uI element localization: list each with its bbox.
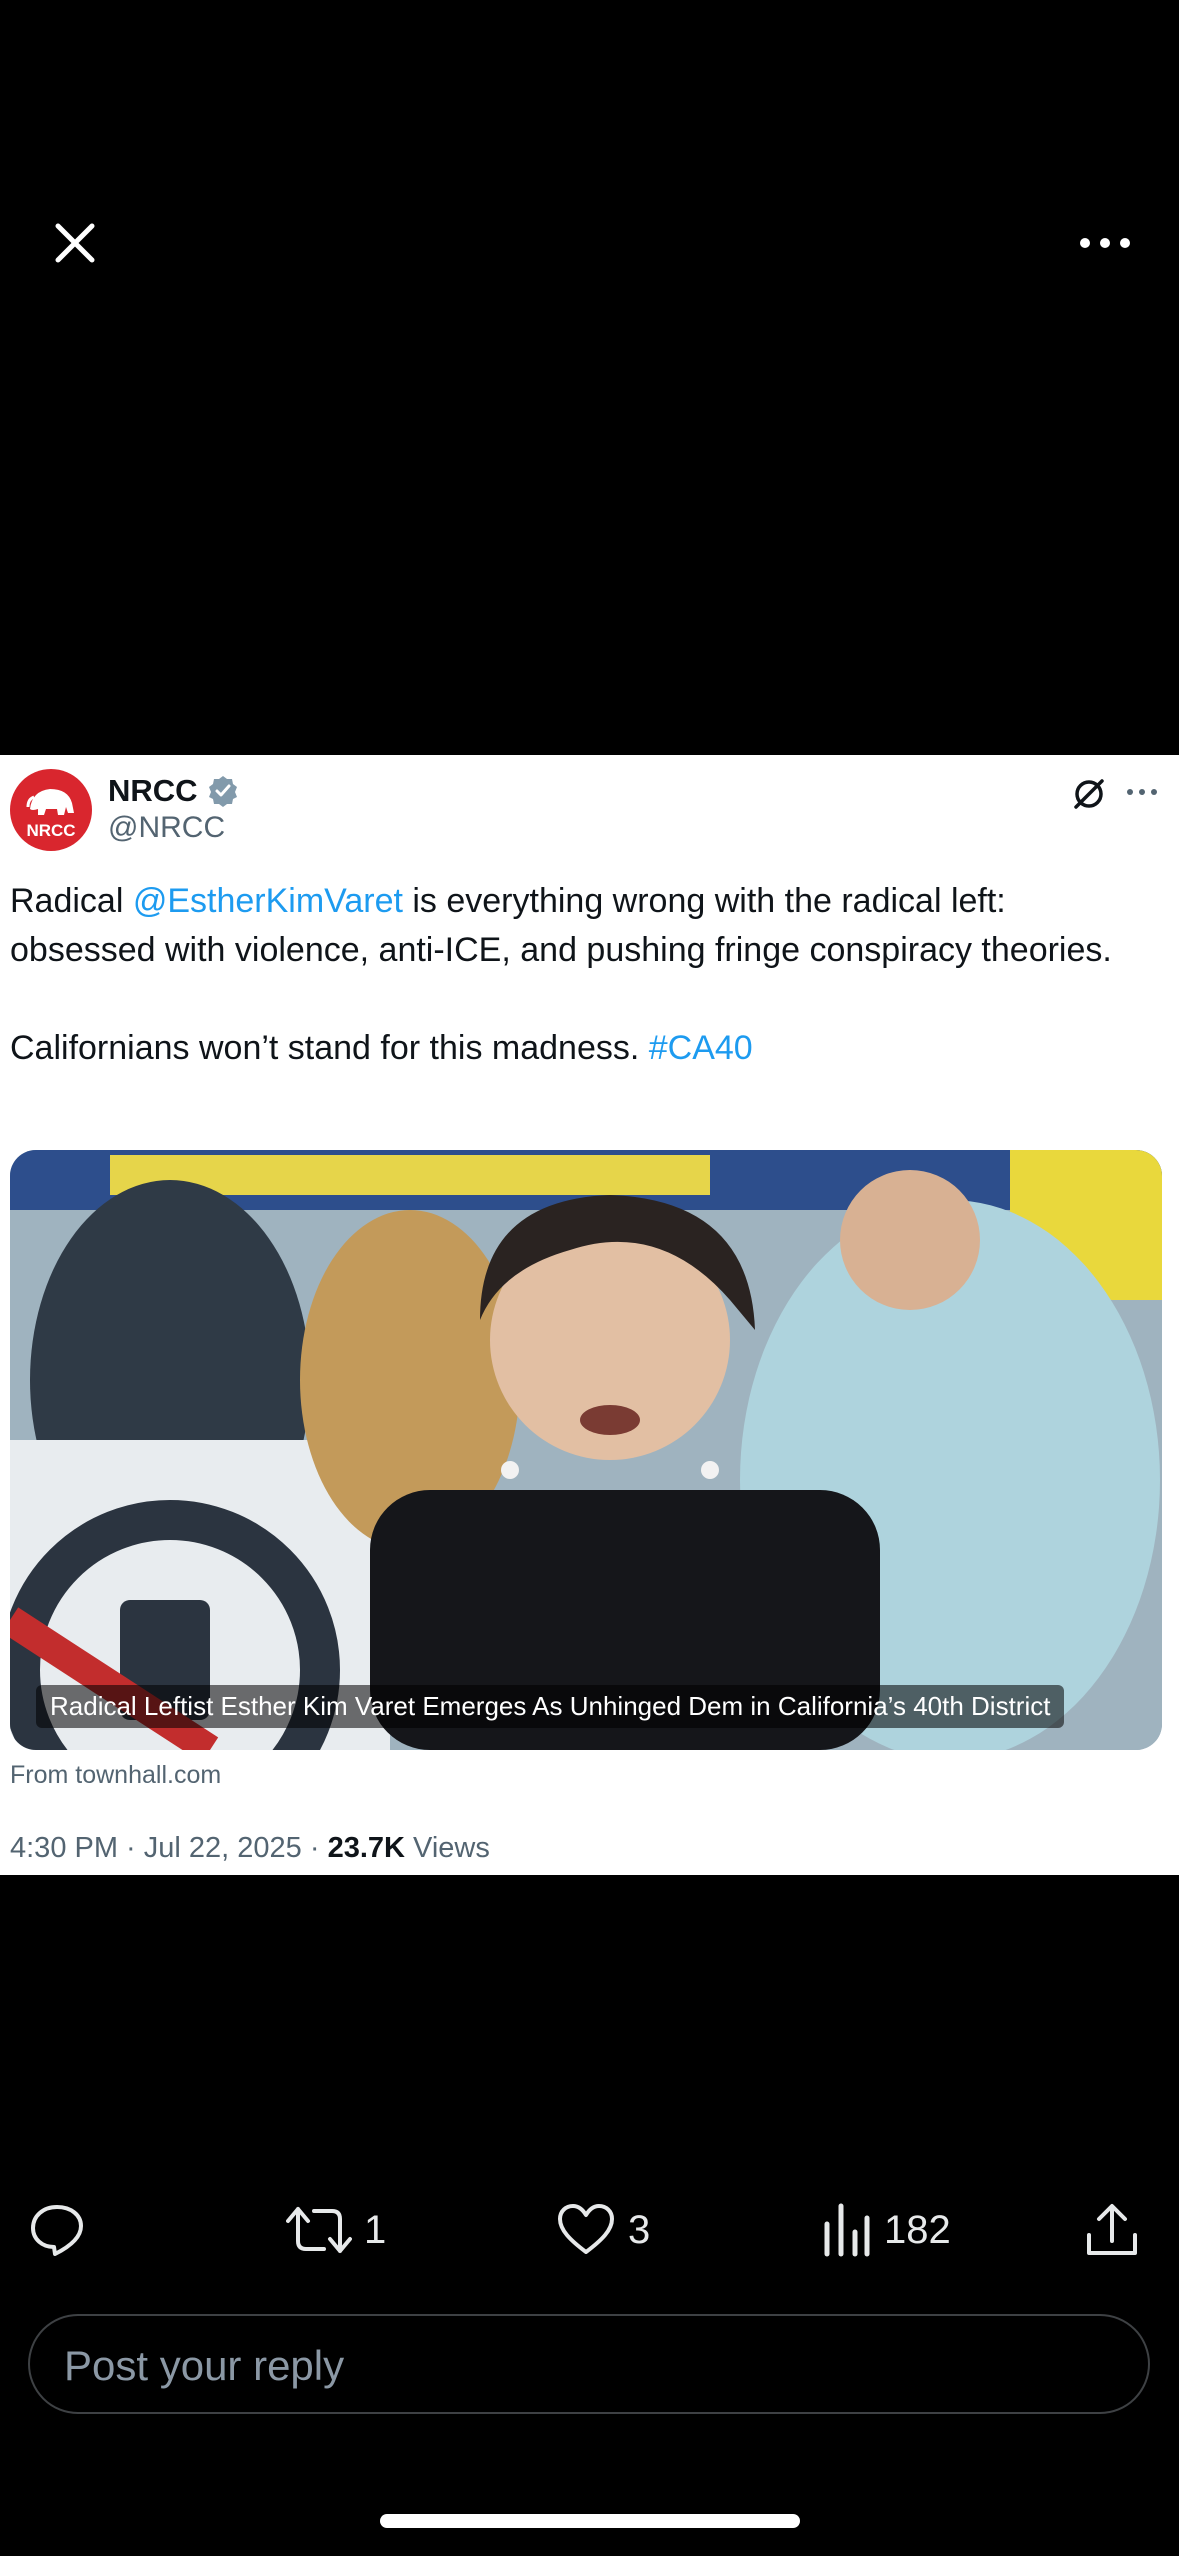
post-text: Radical @EstherKimVaret is everything wr… bbox=[10, 877, 1160, 1073]
grok-icon[interactable] bbox=[1070, 775, 1108, 813]
post-paragraph-2: Californians won’t stand for this madnes… bbox=[10, 1024, 1160, 1073]
verified-icon bbox=[208, 776, 237, 807]
post-text-part: Californians won’t stand for this madnes… bbox=[10, 1029, 649, 1067]
post-more-icon[interactable] bbox=[1125, 785, 1159, 799]
like-button[interactable]: 3 bbox=[556, 2190, 650, 2270]
post-card[interactable]: NRCC NRCC @NRCC Radical @EstherKimVaret … bbox=[0, 755, 1179, 1875]
views-count: 23.7K bbox=[327, 1832, 405, 1864]
media-caption: Radical Leftist Esther Kim Varet Emerges… bbox=[36, 1685, 1065, 1728]
retweet-count: 1 bbox=[364, 2207, 387, 2252]
link-card-image[interactable]: Radical Leftist Esther Kim Varet Emerges… bbox=[10, 1150, 1162, 1750]
views-label: Views bbox=[404, 1832, 490, 1864]
hashtag-link[interactable]: #CA40 bbox=[649, 1029, 753, 1067]
share-button[interactable] bbox=[1083, 2190, 1141, 2270]
share-icon bbox=[1087, 2204, 1137, 2255]
mention-link[interactable]: @EstherKimVaret bbox=[133, 882, 403, 920]
author-handle[interactable]: @NRCC bbox=[108, 811, 225, 845]
avatar[interactable]: NRCC bbox=[10, 769, 92, 851]
like-count: 3 bbox=[628, 2207, 651, 2252]
views-icon bbox=[824, 2203, 870, 2257]
action-bar: 1 3 182 bbox=[0, 2190, 1179, 2270]
retweet-icon bbox=[286, 2207, 352, 2253]
author-name[interactable]: NRCC bbox=[108, 773, 198, 809]
reply-input[interactable]: Post your reply bbox=[28, 2314, 1150, 2414]
reply-icon bbox=[31, 2205, 83, 2256]
reply-button[interactable] bbox=[28, 2190, 86, 2270]
post-timestamp: 4:30 PM · Jul 22, 2025 · bbox=[10, 1832, 328, 1864]
like-icon bbox=[558, 2204, 614, 2254]
post-text-part: Radical bbox=[10, 882, 133, 920]
home-indicator[interactable] bbox=[380, 2514, 800, 2528]
views-stat-count: 182 bbox=[884, 2207, 951, 2252]
retweet-button[interactable]: 1 bbox=[286, 2190, 386, 2270]
news-photo bbox=[10, 1150, 1162, 1750]
author-row: NRCC bbox=[108, 771, 240, 811]
avatar-label: NRCC bbox=[26, 821, 76, 840]
close-icon[interactable] bbox=[50, 218, 100, 268]
link-source[interactable]: From townhall.com bbox=[10, 1761, 221, 1790]
post-metadata: 4:30 PM · Jul 22, 2025 · 23.7K Views bbox=[10, 1832, 490, 1865]
top-bar bbox=[0, 0, 1179, 755]
reply-placeholder: Post your reply bbox=[64, 2342, 345, 2389]
views-button[interactable]: 182 bbox=[822, 2190, 951, 2270]
post-paragraph-1: Radical @EstherKimVaret is everything wr… bbox=[10, 877, 1160, 975]
more-icon[interactable] bbox=[1075, 225, 1135, 261]
